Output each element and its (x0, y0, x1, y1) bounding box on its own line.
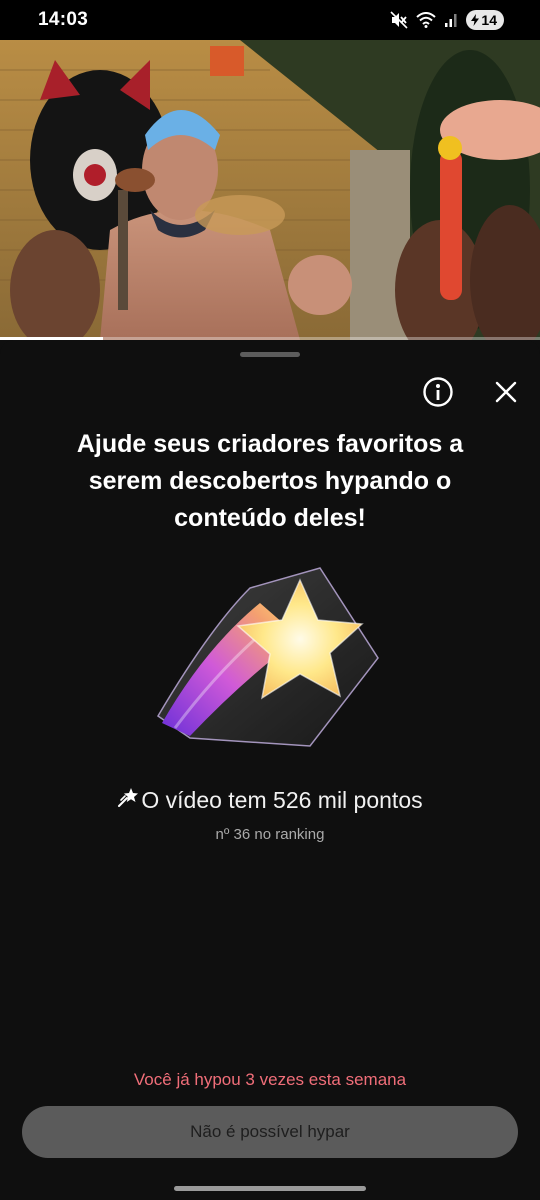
status-icons: 14 (390, 10, 504, 30)
close-button[interactable] (486, 374, 526, 414)
signal-icon (444, 12, 458, 28)
points-text: O vídeo tem 526 mil pontos (141, 786, 423, 813)
video-points: O vídeo tem 526 mil pontos (0, 786, 540, 814)
battery-charging-icon (471, 14, 480, 26)
home-indicator[interactable] (174, 1186, 366, 1191)
screen: 14:03 14 Ajude seus criadores favoritos … (0, 0, 540, 1200)
sheet-headline: Ajude seus criadores favoritos a serem d… (76, 430, 464, 532)
battery-level: 14 (481, 12, 497, 28)
ranking-text: nº 36 no ranking (215, 826, 325, 843)
video-frame (0, 40, 540, 340)
close-icon (494, 380, 518, 409)
mute-icon (390, 11, 408, 29)
shooting-star-small-icon (117, 786, 139, 814)
hype-bottom-sheet: Ajude seus criadores favoritos a serem d… (0, 340, 540, 1200)
battery-indicator: 14 (466, 10, 504, 30)
hype-button[interactable]: Não é possível hypar (22, 1106, 518, 1158)
hype-limit-warning: Você já hypou 3 vezes esta semana (133, 1070, 407, 1089)
shooting-star-icon (150, 558, 390, 758)
status-bar: 14:03 14 (0, 0, 540, 40)
info-button[interactable] (418, 374, 458, 414)
wifi-icon (416, 12, 437, 28)
info-icon (422, 376, 454, 413)
video-player[interactable] (0, 40, 540, 340)
status-time: 14:03 (38, 9, 89, 30)
drag-handle[interactable] (240, 352, 300, 357)
